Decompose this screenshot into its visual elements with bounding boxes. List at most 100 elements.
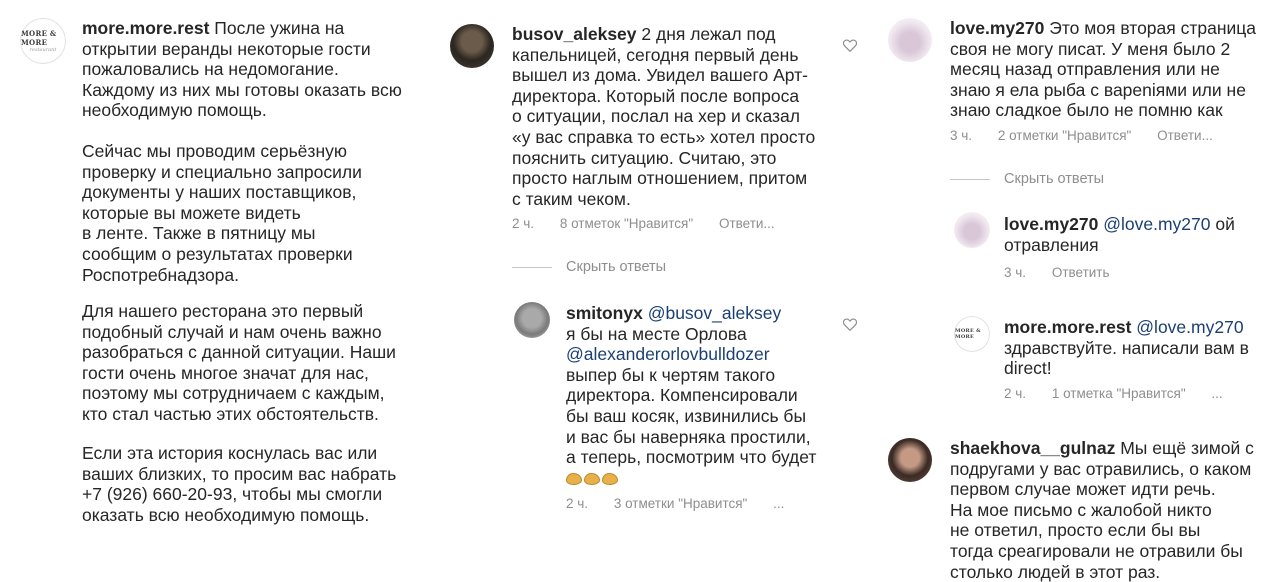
- caption-line: подобный случай и нам очень важно: [82, 321, 382, 342]
- comment-line: знаю я ела рыба с вареniями или не: [950, 79, 1246, 100]
- more-reply-text: more.more.rest @love.my270 здравствуйте.…: [1004, 317, 1280, 379]
- comment-line: капельницей, сегодня первый день: [512, 44, 799, 65]
- comment-line: 2 дня лежал под: [641, 24, 776, 44]
- love-my270-avatar[interactable]: [888, 18, 932, 62]
- comment-line: вышел из дома. Увидел вашего Арт-: [512, 65, 808, 86]
- caption-paragraph-3: Для нашего ресторана это первый подобный…: [82, 301, 422, 425]
- caption-paragraph-2: Сейчас мы проводим серьёзную проверку и …: [82, 141, 422, 285]
- likes-count[interactable]: 1 отметка "Нравится": [1052, 386, 1186, 401]
- comment-line: На мое письмо с жалобой никто: [950, 499, 1212, 520]
- logo-main-text: MORE & MORE: [21, 29, 57, 47]
- busov-username[interactable]: busov_aleksey: [512, 24, 637, 44]
- hide-replies-label[interactable]: Скрыть ответы: [566, 259, 666, 275]
- comment-line: Это моя вторая страница: [1049, 18, 1257, 38]
- caption-line: в ленте. Также в пятницу мы: [82, 223, 316, 244]
- comment-line: выпер бы к чертям такого: [566, 364, 776, 385]
- caption-line: поэтому мы сотрудничаем с каждым,: [82, 383, 385, 404]
- comment-line: пояснить ситуацию. Считаю, это: [512, 147, 777, 168]
- likes-count[interactable]: 8 отметок "Нравится": [560, 216, 693, 231]
- reply-button[interactable]: Ответи...: [1157, 128, 1213, 143]
- likes-count[interactable]: 3 отметки "Нравится": [614, 496, 748, 511]
- comment-line: «у вас справка то есть» хотел просто: [512, 126, 816, 147]
- like-heart-icon[interactable]: [843, 318, 857, 331]
- busov-comment-text: busov_aleksey 2 дня лежал под капельнице…: [512, 24, 842, 209]
- comment-time: 3 ч.: [1004, 265, 1027, 280]
- reply-button[interactable]: Ответи...: [719, 216, 775, 231]
- comment-line: директора. Компенсировали: [566, 385, 798, 406]
- restaurant-logo: MORE & MORE: [954, 316, 990, 352]
- more-options-button[interactable]: ...: [773, 496, 784, 511]
- comment-line: с таким чеком.: [512, 188, 631, 209]
- reply-button[interactable]: Ответить: [1052, 265, 1110, 280]
- mention-link[interactable]: @love.my270: [1136, 317, 1243, 337]
- smitonyx-comment-meta: 2 ч. 3 отметки "Нравится" ...: [566, 496, 784, 511]
- love-comment-text: love.my270 Это моя вторая страница своя …: [950, 18, 1270, 121]
- caption-line: документы у наших поставщиков,: [82, 182, 357, 203]
- comment-line: своя не могу писат. У меня было 2: [950, 38, 1231, 59]
- comment-line: просто наглым отношением, притом: [512, 168, 808, 189]
- caption-line: гости очень многое значат для нас,: [82, 362, 369, 383]
- love-comment-meta: 3 ч. 2 отметки "Нравится" Ответи...: [950, 128, 1213, 143]
- caption-line: Для нашего ресторана это первый: [82, 301, 364, 321]
- comment-line: месяц назад отправления или не: [950, 59, 1220, 80]
- love-reply-username[interactable]: love.my270: [1004, 214, 1098, 234]
- busov-avatar[interactable]: [450, 24, 494, 68]
- comment-line: здравствуйте. написали вам в: [1004, 337, 1249, 358]
- comment-time: 2 ч.: [512, 216, 535, 231]
- comment-line: первом случае может идти речь.: [950, 479, 1216, 500]
- divider-line: [512, 266, 552, 268]
- more-options-button[interactable]: ...: [1211, 386, 1222, 401]
- comment-line: отравления: [1004, 234, 1099, 255]
- comment-line: а теперь, посмотрим что будет: [566, 447, 817, 468]
- mention-link[interactable]: @love.my270: [1103, 214, 1210, 234]
- caption-line: ваших близких, то просим вас набрать: [82, 463, 397, 484]
- caption-line: Сейчас мы проводим серьёзную: [82, 141, 347, 161]
- comment-line: столько людей в этот раз.: [950, 561, 1161, 582]
- smitonyx-avatar[interactable]: [514, 302, 550, 338]
- more-more-avatar[interactable]: MORE & MORE restaurant: [20, 18, 66, 64]
- hide-replies-toggle[interactable]: Скрыть ответы: [512, 259, 666, 275]
- shaekhova-avatar[interactable]: [888, 438, 932, 482]
- emoji-hands-icon: [566, 468, 856, 489]
- love-reply-meta: 3 ч. Ответить: [1004, 265, 1110, 280]
- more-more-reply-avatar[interactable]: MORE & MORE: [954, 316, 990, 352]
- hide-replies-label[interactable]: Скрыть ответы: [1004, 171, 1104, 187]
- comment-line: и вас бы наверняка простили,: [566, 426, 811, 447]
- comment-line: Мы ещё зимой с: [1120, 438, 1254, 458]
- divider-line: [950, 178, 990, 180]
- more-reply-meta: 2 ч. 1 отметка "Нравится" ...: [1004, 386, 1223, 401]
- caption-username[interactable]: more.more.rest: [82, 18, 209, 38]
- comment-line: знаю сладкое было не помню как: [950, 100, 1223, 121]
- comment-line: direct!: [1004, 358, 1052, 379]
- comment-line: не ответил, просто если бы вы: [950, 520, 1201, 541]
- smitonyx-comment-text: smitonyx @busov_aleksey я бы на месте Ор…: [566, 303, 856, 488]
- love-my270-reply-avatar[interactable]: [954, 212, 990, 248]
- caption-line: оказать всю необходимую помощь.: [82, 504, 370, 525]
- busov-comment-meta: 2 ч. 8 отметок "Нравится" Ответи...: [512, 216, 775, 231]
- mention-link[interactable]: @alexanderorlovbulldozer: [566, 344, 856, 365]
- caption-line: которые вы можете видеть: [82, 202, 301, 223]
- like-heart-icon[interactable]: [843, 39, 857, 52]
- comment-line: бы ваш косяк, извинились бы: [566, 405, 807, 426]
- logo-sub-text: restaurant: [29, 47, 57, 53]
- caption-line: кто стал частью этих обстоятельств.: [82, 403, 379, 424]
- caption-paragraph-1: more.more.rest После ужина на открытии в…: [82, 18, 402, 121]
- hide-replies-toggle[interactable]: Скрыть ответы: [950, 171, 1104, 187]
- comment-time: 2 ч.: [1004, 386, 1027, 401]
- comment-line: ой: [1215, 214, 1235, 234]
- logo-main-text: MORE & MORE: [955, 328, 981, 340]
- comment-time: 3 ч.: [950, 128, 973, 143]
- shaekhova-username[interactable]: shaekhova__gulnaz: [950, 438, 1115, 458]
- comment-line: о ситуации, послал на хер и сказал: [512, 106, 800, 127]
- mention-link[interactable]: @busov_aleksey: [648, 303, 782, 323]
- caption-paragraph-4: Если эта история коснулась вас или ваших…: [82, 443, 422, 525]
- caption-line: Если эта история коснулась вас или: [82, 443, 378, 463]
- love-username[interactable]: love.my270: [950, 18, 1044, 38]
- smitonyx-username[interactable]: smitonyx: [566, 303, 643, 323]
- love-reply-text: love.my270 @love.my270 ой отравления: [1004, 214, 1274, 255]
- caption-line: +7 (926) 660-20-93, чтобы мы смогли: [82, 484, 383, 505]
- more-reply-username[interactable]: more.more.rest: [1004, 317, 1131, 337]
- likes-count[interactable]: 2 отметки "Нравится": [998, 128, 1132, 143]
- comment-line: директора. Который после вопроса: [512, 85, 800, 106]
- caption-line: проверку и специально запросили: [82, 161, 362, 182]
